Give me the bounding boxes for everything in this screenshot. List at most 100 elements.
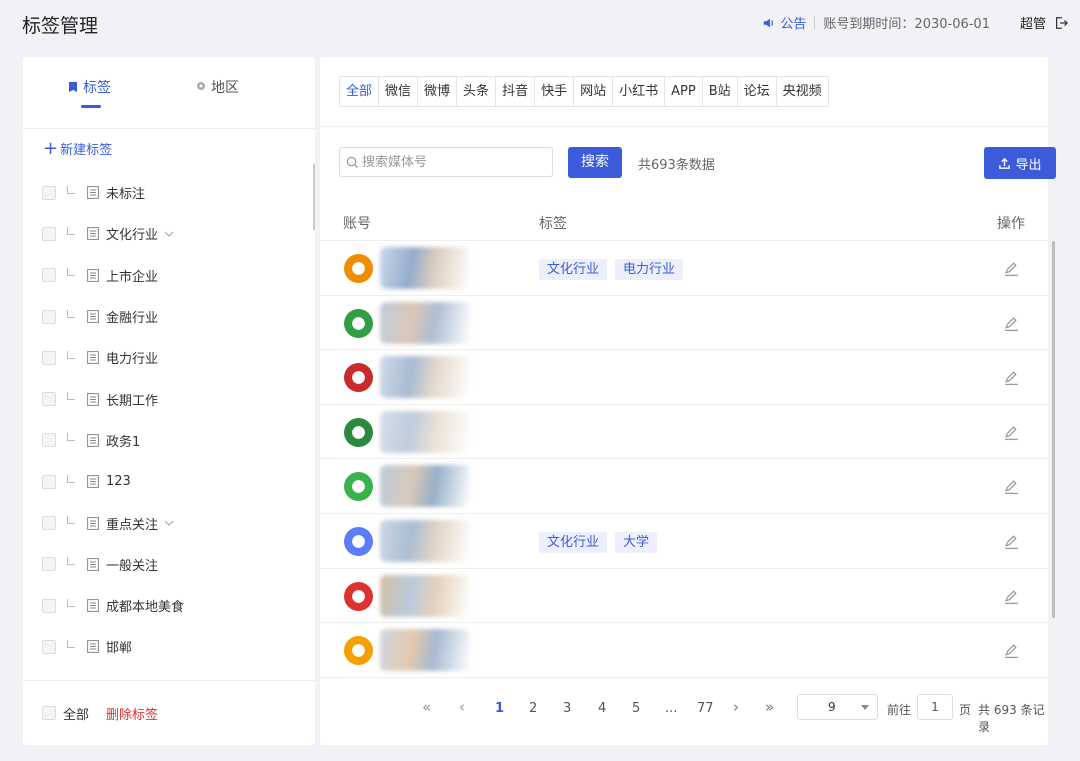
- tag-badge: 电力行业: [615, 259, 684, 280]
- tag-checkbox[interactable]: [42, 268, 56, 283]
- tag-item[interactable]: 文化行业: [23, 213, 315, 254]
- tag-item[interactable]: 一般关注: [23, 544, 315, 585]
- tag-item[interactable]: 电力行业: [23, 337, 315, 378]
- tree-connector: [67, 639, 75, 648]
- account-name-blurred: [380, 301, 470, 344]
- edit-icon[interactable]: [1003, 315, 1020, 332]
- tag-checkbox[interactable]: [42, 392, 56, 407]
- platform-tab[interactable]: 微信: [379, 77, 419, 106]
- edit-icon[interactable]: [1003, 260, 1020, 277]
- active-tab-indicator: [81, 105, 101, 108]
- table-row: [320, 459, 1048, 514]
- notice-link[interactable]: 公告: [762, 13, 806, 32]
- tab-region[interactable]: 地区: [195, 77, 239, 97]
- tag-list-scrollbar[interactable]: [313, 164, 315, 230]
- tag-label: 成都本地美食: [106, 600, 185, 616]
- user-name[interactable]: 超管: [1020, 13, 1046, 32]
- tag-item[interactable]: 政务1: [23, 420, 315, 461]
- tag-item[interactable]: 重点关注: [23, 502, 315, 543]
- table-scrollbar[interactable]: [1052, 241, 1055, 618]
- tree-connector: [67, 433, 75, 442]
- chevron-down-icon[interactable]: [164, 229, 174, 239]
- tag-checkbox[interactable]: [42, 598, 56, 613]
- tag-checkbox[interactable]: [42, 557, 56, 572]
- page-number[interactable]: 1: [495, 701, 504, 716]
- page-size-select[interactable]: 9: [797, 694, 878, 720]
- tag-item[interactable]: 上市企业: [23, 255, 315, 296]
- edit-icon[interactable]: [1003, 478, 1020, 495]
- edit-icon[interactable]: [1003, 642, 1020, 659]
- tag-item[interactable]: 金融行业: [23, 296, 315, 337]
- table-row: [320, 623, 1048, 678]
- table-row: [320, 405, 1048, 460]
- platform-tabs: 全部 微信 微博 头条 抖音 快手 网站 小红书 APP B站 论坛 央视频: [339, 76, 829, 107]
- select-all-checkbox[interactable]: [42, 706, 56, 720]
- edit-icon[interactable]: [1003, 588, 1020, 605]
- tag-item[interactable]: 邯郸: [23, 626, 315, 667]
- search-input[interactable]: [362, 154, 542, 170]
- top-bar: 标签管理 公告 账号到期时间：2030-06-01 超管: [0, 0, 1080, 48]
- tag-label: 上市企业: [106, 269, 159, 285]
- table-row: [320, 296, 1048, 351]
- tag-item[interactable]: 123: [23, 461, 315, 502]
- edit-icon[interactable]: [1003, 369, 1020, 386]
- page-number[interactable]: 4: [598, 701, 606, 716]
- tag-item[interactable]: 成都本地美食: [23, 585, 315, 626]
- logout-icon[interactable]: [1054, 16, 1068, 30]
- document-icon: [87, 268, 99, 282]
- search-button[interactable]: 搜索: [568, 147, 622, 178]
- avatar: [344, 581, 373, 611]
- page-number[interactable]: 2: [529, 701, 537, 716]
- platform-tab[interactable]: 抖音: [496, 77, 536, 106]
- account-name-blurred: [380, 574, 470, 617]
- account-name-blurred: [380, 410, 470, 453]
- document-icon: [87, 475, 99, 489]
- col-action: 操作: [997, 216, 1025, 232]
- next-page-button[interactable]: ›: [733, 698, 739, 716]
- platform-tab[interactable]: 快手: [535, 77, 575, 106]
- page-number[interactable]: 5: [632, 701, 640, 716]
- tag-checkbox[interactable]: [42, 474, 56, 489]
- avatar: [344, 472, 373, 502]
- platform-tab[interactable]: APP: [665, 77, 703, 106]
- tag-checkbox[interactable]: [42, 185, 56, 200]
- chevron-down-icon[interactable]: [164, 518, 174, 528]
- page-number[interactable]: 3: [563, 701, 571, 716]
- tag-item[interactable]: 长期工作: [23, 378, 315, 419]
- first-page-button[interactable]: «: [422, 698, 431, 716]
- table-row: [320, 350, 1048, 405]
- tag-checkbox[interactable]: [42, 226, 56, 241]
- tag-item[interactable]: 未标注: [23, 172, 315, 213]
- prev-page-button[interactable]: ‹: [459, 698, 465, 716]
- edit-icon[interactable]: [1003, 533, 1020, 550]
- platform-tab[interactable]: 网站: [574, 77, 614, 106]
- tag-checkbox[interactable]: [42, 309, 56, 324]
- tag-checkbox[interactable]: [42, 350, 56, 365]
- tag-checkbox[interactable]: [42, 516, 56, 531]
- tab-tags[interactable]: 标签: [67, 77, 111, 97]
- goto-page-input[interactable]: 1: [917, 694, 953, 720]
- page-ellipsis[interactable]: ...: [665, 701, 677, 716]
- tag-checkbox[interactable]: [42, 639, 56, 654]
- page-number[interactable]: 77: [697, 701, 714, 716]
- platform-tab[interactable]: 小红书: [613, 77, 666, 106]
- export-button[interactable]: 导出: [984, 147, 1056, 179]
- platform-tab[interactable]: 微博: [418, 77, 458, 106]
- new-tag-button[interactable]: + 新建标签: [43, 139, 112, 158]
- platform-tab[interactable]: 央视频: [777, 77, 828, 106]
- header-right: 公告 账号到期时间：2030-06-01 超管: [762, 13, 1068, 32]
- tag-checkbox[interactable]: [42, 433, 56, 448]
- last-page-button[interactable]: »: [765, 698, 774, 716]
- platform-tab[interactable]: 全部: [340, 77, 380, 106]
- platform-tab[interactable]: B站: [703, 77, 738, 106]
- platform-tab[interactable]: 论坛: [738, 77, 777, 106]
- edit-icon[interactable]: [1003, 424, 1020, 441]
- document-icon: [87, 351, 99, 365]
- delete-tag-button[interactable]: 删除标签: [106, 704, 158, 723]
- account-panel: 全部微信微博头条抖音快手网站小红书APPB站论坛央视频 搜索 共693条数据 导…: [320, 57, 1056, 745]
- tag-label: 123: [106, 474, 131, 490]
- document-icon: [87, 516, 99, 530]
- platform-tab[interactable]: 头条: [457, 77, 497, 106]
- tree-connector: [67, 392, 75, 401]
- avatar: [344, 417, 373, 447]
